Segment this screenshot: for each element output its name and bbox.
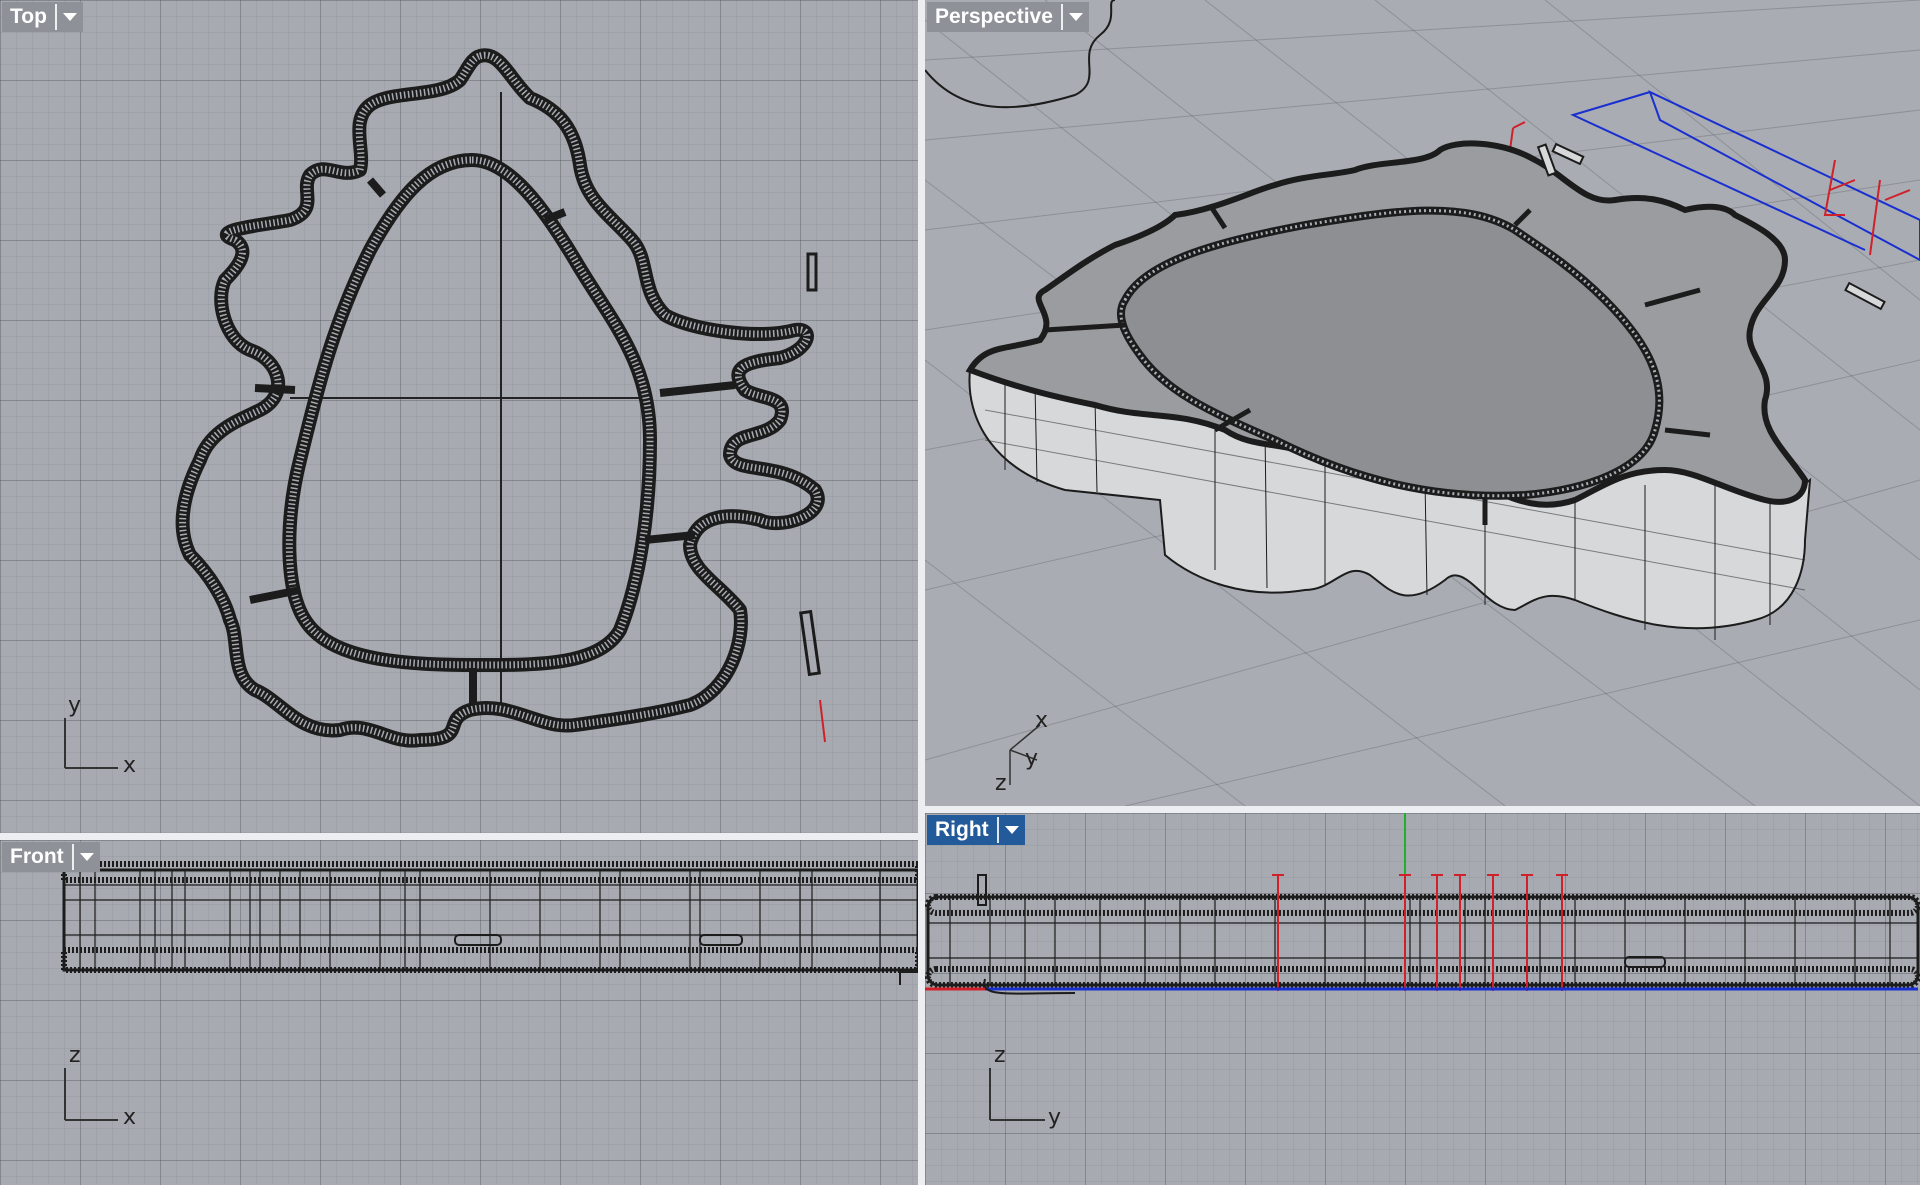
axis-label-z: z (69, 1043, 81, 1068)
selection-marker (819, 699, 826, 743)
axis-label-z: z (995, 771, 1007, 796)
viewport-title-top[interactable]: Top (2, 2, 55, 32)
connector-struts (249, 177, 736, 705)
axis-label-z: z (994, 1043, 1006, 1068)
pin-part (1551, 142, 1585, 166)
axis-label-y: y (1025, 746, 1038, 771)
axis-indicator-right (989, 1068, 1045, 1121)
inner-wall-curve (282, 152, 658, 673)
axis-label-y: y (68, 693, 81, 718)
viewport-tab-right[interactable]: Right (927, 815, 1025, 845)
axis-label-x: x (123, 753, 136, 778)
viewport-right[interactable]: Right z y (925, 813, 1920, 1185)
pin-part (806, 252, 818, 292)
pin-part (977, 874, 987, 906)
viewport-menu-dropdown-icon[interactable] (1063, 2, 1089, 32)
top-view-drawing: y x (64, 48, 826, 778)
viewport-tab-perspective[interactable]: Perspective (927, 2, 1089, 32)
viewport-top[interactable]: Top y x (0, 0, 918, 833)
viewport-title-front[interactable]: Front (2, 842, 72, 872)
viewport-menu-dropdown-icon[interactable] (74, 842, 100, 872)
pin-part (799, 609, 821, 677)
pin-part (1844, 281, 1886, 311)
viewport-front[interactable]: Front z x (0, 840, 918, 1185)
pin-part (454, 934, 502, 946)
viewport-menu-dropdown-icon[interactable] (57, 2, 83, 32)
right-view-drawing: z y (925, 813, 1920, 1130)
viewport-title-right[interactable]: Right (927, 815, 997, 845)
viewport-tab-front[interactable]: Front (2, 842, 100, 872)
axis-indicator-front (64, 1068, 118, 1121)
viewport-title-perspective[interactable]: Perspective (927, 2, 1061, 32)
perspective-view-drawing: x y z (925, 0, 1920, 806)
front-view-drawing: z x (61, 861, 918, 1130)
viewport-tab-top[interactable]: Top (2, 2, 83, 32)
pin-part (699, 934, 743, 946)
axis-indicator-top (64, 718, 118, 769)
axis-label-x: x (123, 1105, 136, 1130)
axis-label-y: y (1048, 1105, 1061, 1130)
front-isolines (64, 870, 918, 970)
axis-label-x: x (1035, 708, 1048, 733)
viewport-menu-dropdown-icon[interactable] (999, 815, 1025, 845)
viewport-perspective[interactable]: Perspective x y z (925, 0, 1920, 806)
